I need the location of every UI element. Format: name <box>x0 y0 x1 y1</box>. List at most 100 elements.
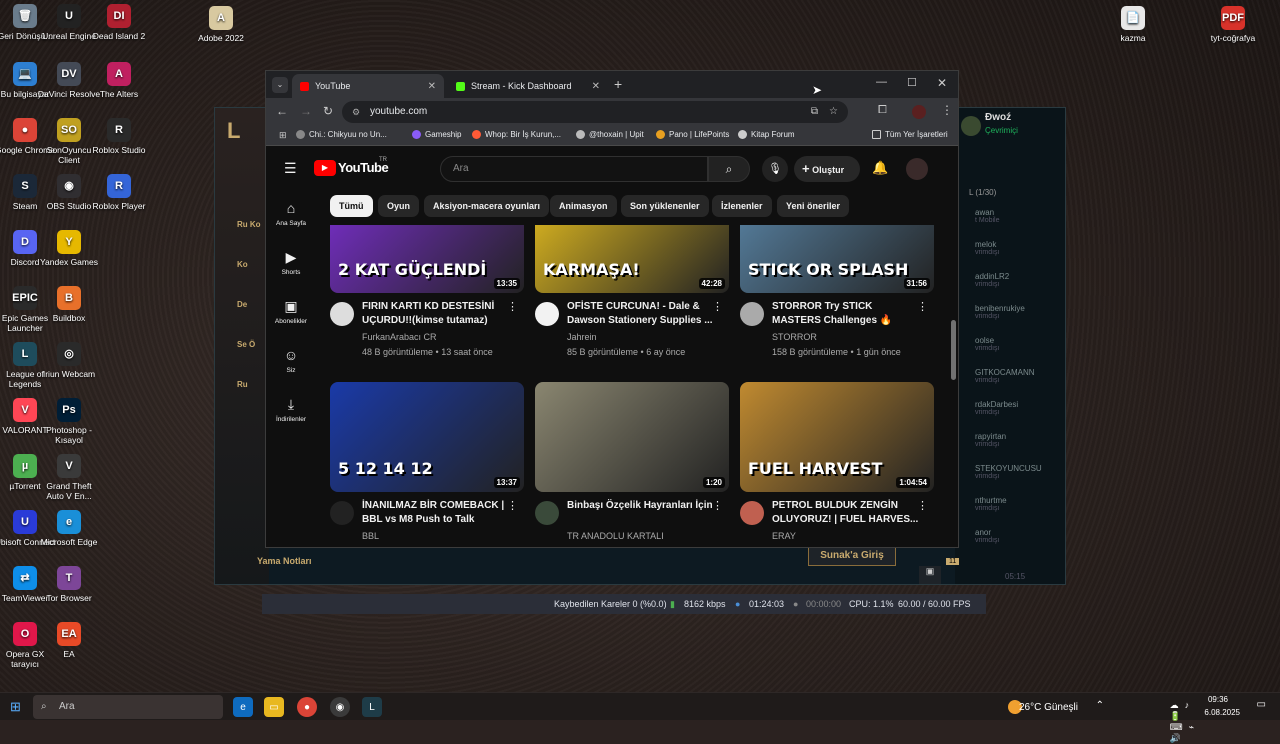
maximize-icon[interactable]: ☐ <box>907 76 917 89</box>
close-tab-icon[interactable]: ✕ <box>592 81 600 92</box>
chrome-taskbar-icon[interactable]: ● <box>297 697 317 717</box>
tray-icons[interactable]: ☁♪🔋⌨⌁🔊 <box>1170 700 1200 744</box>
menu-icon[interactable]: ⋮ <box>941 103 953 117</box>
league-side-item[interactable]: Ru <box>237 380 248 389</box>
filter-chip[interactable]: Tümü <box>330 195 373 217</box>
more-options-icon[interactable]: ⋮ <box>712 499 723 512</box>
bookmark-star-icon[interactable]: ☆ <box>829 101 838 123</box>
channel-avatar[interactable] <box>535 501 559 525</box>
close-window-icon[interactable]: ✕ <box>937 76 947 90</box>
bookmark-item[interactable]: Gameship <box>412 130 461 139</box>
desktop-icon[interactable]: T Tor Browser <box>37 566 101 603</box>
desktop-icon[interactable]: DI Dead Island 2 <box>87 4 151 41</box>
video-thumbnail[interactable]: 1:20 <box>535 382 729 492</box>
desktop-icon[interactable]: Ps Photoshop - Kısayol <box>37 398 101 445</box>
friend-entry[interactable]: anor vrimdışı <box>975 528 1000 544</box>
profile-avatar[interactable] <box>912 105 926 119</box>
friend-entry[interactable]: melok vrimdışı <box>975 240 1000 256</box>
friend-entry[interactable]: rapyirtan vrimdışı <box>975 432 1006 448</box>
desktop-icon[interactable]: V Grand Theft Auto V En... <box>37 454 101 501</box>
friend-entry[interactable]: addinLR2 vrimdışı <box>975 272 1009 288</box>
notifications-bell-icon[interactable]: 🔔 <box>872 160 888 176</box>
guide-item[interactable]: ⌂ Ana Sayfa <box>266 200 316 227</box>
friend-entry[interactable]: benibenrukiye vrimdışı <box>975 304 1025 320</box>
close-tab-icon[interactable]: ✕ <box>428 81 436 92</box>
install-icon[interactable]: ⧉ <box>811 101 818 123</box>
friend-entry[interactable]: rdakDarbesi vrimdışı <box>975 400 1018 416</box>
league-side-item[interactable]: Ko <box>237 260 248 269</box>
patch-notes-label[interactable]: Yama Notları <box>257 556 312 566</box>
forward-icon[interactable]: → <box>300 104 312 118</box>
league-taskbar-icon[interactable]: L <box>362 697 382 717</box>
friend-entry[interactable]: oolse vrimdışı <box>975 336 1000 352</box>
bookmark-item[interactable]: Kitap Forum <box>738 130 795 139</box>
search-icon[interactable]: ⌕ <box>708 156 750 182</box>
bookmark-item[interactable]: Whop: Bir İş Kurun,... <box>472 130 561 139</box>
filter-chip[interactable]: Yeni öneriler <box>777 195 850 217</box>
channel-name[interactable]: TR ANADOLU KARTALI <box>567 531 664 541</box>
new-tab-icon[interactable]: + <box>614 76 622 92</box>
video-card[interactable]: 5 12 14 12 13:37 İNANILMAZ BİR COMEBACK | … <box>330 225 524 547</box>
all-bookmarks[interactable]: Tüm Yer İşaretleri <box>872 130 948 139</box>
address-bar[interactable]: ⚙ youtube.com ⧉ ☆ <box>342 101 848 123</box>
filter-chip[interactable]: Oyun <box>378 195 420 217</box>
desktop-icon[interactable]: e Microsoft Edge <box>37 510 101 547</box>
tab-kick[interactable]: Stream - Kick Dashboard ✕ <box>448 74 608 98</box>
desktop-icon[interactable]: 📄 kazma <box>1101 6 1165 43</box>
explorer-taskbar-icon[interactable]: ▭ <box>264 697 284 717</box>
channel-name[interactable]: ERAY <box>772 531 796 541</box>
notification-icon[interactable]: ▭ <box>1257 699 1266 710</box>
account-avatar[interactable] <box>906 158 928 180</box>
site-info-icon[interactable]: ⚙ <box>352 101 360 123</box>
apps-icon[interactable]: ⊞ <box>279 130 287 141</box>
guide-item[interactable]: ▶ Shorts <box>266 249 316 276</box>
desktop-icon[interactable]: R Roblox Player <box>87 174 151 211</box>
filter-chip[interactable]: Son yüklenenler <box>621 195 709 217</box>
extensions-icon[interactable]: ⧠ <box>878 104 887 117</box>
create-button[interactable]: + Oluştur <box>794 156 860 182</box>
tab-search-icon[interactable]: ⌄ <box>272 77 288 93</box>
reload-icon[interactable]: ↻ <box>323 104 333 118</box>
guide-item[interactable]: ☺ Siz <box>266 347 316 374</box>
clock-time[interactable]: 09:36 <box>1208 695 1228 704</box>
sunak-button[interactable]: Sunak'a Giriş <box>808 546 896 566</box>
channel-avatar[interactable] <box>330 501 354 525</box>
league-side-item[interactable]: Ru Ko <box>237 220 261 229</box>
desktop-icon[interactable]: R Roblox Studio <box>87 118 151 155</box>
obs-taskbar-icon[interactable]: ◉ <box>330 697 350 717</box>
desktop-icon[interactable]: PDF tyt-coğrafya <box>1201 6 1265 43</box>
channel-name[interactable]: BBL <box>362 531 379 541</box>
bookmark-item[interactable]: Chi.: Chikyuu no Un... <box>296 130 387 139</box>
chrome-window[interactable]: ⌄ YouTube ✕ Stream - Kick Dashboard ✕ + … <box>265 70 959 548</box>
friend-entry[interactable]: STEKOYUNCUSU vrimdışı <box>975 464 1042 480</box>
back-icon[interactable]: ← <box>276 104 288 118</box>
desktop-icon[interactable]: EA EA <box>37 622 101 659</box>
more-options-icon[interactable]: ⋮ <box>917 499 928 512</box>
video-card[interactable]: 1:20 Binbaşı Özçelik Hayranları İçin TR AN… <box>535 225 729 547</box>
friend-entry[interactable]: nthurtme vrimdışı <box>975 496 1007 512</box>
league-side-item[interactable]: De <box>237 300 247 309</box>
chat-icon[interactable]: ▣ <box>919 566 941 584</box>
youtube-search-input[interactable]: Ara <box>440 156 708 182</box>
minimize-icon[interactable]: — <box>876 76 887 88</box>
filter-chip[interactable]: Animasyon <box>550 195 617 217</box>
bookmark-item[interactable]: @thoxain | Upit <box>576 130 644 139</box>
more-options-icon[interactable]: ⋮ <box>507 499 518 512</box>
channel-avatar[interactable] <box>740 501 764 525</box>
guide-item[interactable]: ⤓ İndirilenler <box>266 396 316 423</box>
video-card[interactable]: FUEL HARVEST 1:04:54 PETROL BULDUK ZENGİN … <box>740 225 934 547</box>
video-title[interactable]: Binbaşı Özçelik Hayranları İçin <box>567 499 717 513</box>
desktop-icon[interactable]: B Buildbox <box>37 286 101 323</box>
tab-youtube[interactable]: YouTube ✕ <box>292 74 444 98</box>
hamburger-menu-icon[interactable]: ☰ <box>284 160 297 177</box>
start-icon[interactable]: ⊞ <box>10 699 21 715</box>
scrollbar-thumb[interactable] <box>951 320 956 380</box>
video-title[interactable]: İNANILMAZ BİR COMEBACK | BBL vs M8 Push … <box>362 499 512 527</box>
desktop-icon[interactable]: A Adobe 2022 <box>189 6 253 43</box>
filter-chip[interactable]: Aksiyon-macera oyunları <box>424 195 550 217</box>
clock-date[interactable]: 6.08.2025 <box>1204 708 1240 717</box>
video-thumbnail[interactable]: FUEL HARVEST 1:04:54 <box>740 382 934 492</box>
friend-entry[interactable]: awan t Mobile <box>975 208 1000 224</box>
video-thumbnail[interactable]: 5 12 14 12 13:37 <box>330 382 524 492</box>
taskbar-search-input[interactable]: ⌕ Ara <box>33 695 223 719</box>
